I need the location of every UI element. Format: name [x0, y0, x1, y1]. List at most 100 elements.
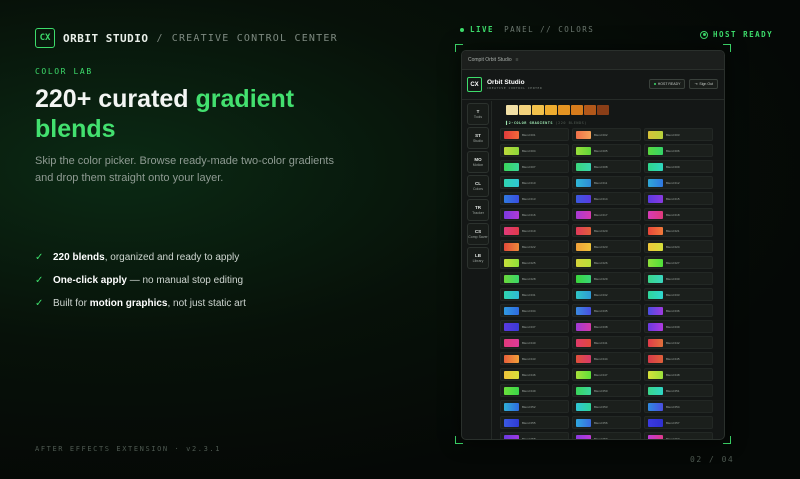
gradient-blend-item[interactable]: Blend 027: [644, 256, 713, 269]
gradient-blend-item[interactable]: Blend 041: [572, 336, 641, 349]
gradient-blend-item[interactable]: Blend 054: [644, 400, 713, 413]
gradient-blend-item[interactable]: Blend 034: [500, 304, 569, 317]
color-swatch[interactable]: [558, 105, 570, 115]
gradient-blend-item[interactable]: Blend 007: [500, 160, 569, 173]
color-swatch[interactable]: [506, 105, 518, 115]
status-ring-icon: [700, 30, 708, 39]
gradient-blend-item[interactable]: Blend 031: [500, 288, 569, 301]
blend-name: Blend 047: [594, 372, 608, 377]
gradient-blend-item[interactable]: Blend 017: [572, 208, 641, 221]
gradient-blend-item[interactable]: Blend 042: [644, 336, 713, 349]
gradient-blend-item[interactable]: Blend 050: [572, 384, 641, 397]
gradient-blend-item[interactable]: Blend 052: [500, 400, 569, 413]
gradient-blend-item[interactable]: Blend 056: [572, 416, 641, 429]
blend-name: Blend 004: [522, 148, 536, 153]
color-swatch[interactable]: [545, 105, 557, 115]
gradient-blend-item[interactable]: Blend 003: [644, 128, 713, 141]
gradient-preview: [504, 226, 519, 235]
gradient-blend-item[interactable]: Blend 060: [644, 432, 713, 439]
gradient-blend-item[interactable]: Blend 029: [572, 272, 641, 285]
gradient-blend-item[interactable]: Blend 044: [572, 352, 641, 365]
gradient-blend-item[interactable]: Blend 024: [644, 240, 713, 253]
color-swatch[interactable]: [571, 105, 583, 115]
gradient-blend-item[interactable]: Blend 016: [500, 208, 569, 221]
gradient-blend-item[interactable]: Blend 032: [572, 288, 641, 301]
nav-colors[interactable]: CL Colors: [467, 175, 489, 197]
nav-label: Motion: [472, 163, 484, 167]
color-swatch[interactable]: [584, 105, 596, 115]
gradient-blend-item[interactable]: Blend 015: [644, 192, 713, 205]
blend-name: Blend 029: [594, 276, 608, 281]
nav-label: Library: [472, 259, 484, 263]
gradient-blend-item[interactable]: Blend 018: [644, 208, 713, 221]
gradient-blend-item[interactable]: Blend 030: [644, 272, 713, 285]
menu-icon[interactable]: ≡: [516, 57, 519, 63]
gradient-blend-item[interactable]: Blend 020: [572, 224, 641, 237]
gradient-blend-item[interactable]: Blend 047: [572, 368, 641, 381]
color-swatch[interactable]: [532, 105, 544, 115]
gradient-blend-item[interactable]: Blend 038: [572, 320, 641, 333]
gradient-blend-item[interactable]: Blend 040: [500, 336, 569, 349]
gradient-blend-item[interactable]: Blend 009: [644, 160, 713, 173]
gradient-blend-item[interactable]: Blend 028: [500, 272, 569, 285]
gradient-blend-item[interactable]: Blend 006: [644, 144, 713, 157]
gradient-blend-item[interactable]: Blend 059: [572, 432, 641, 439]
gradient-blend-item[interactable]: Blend 037: [500, 320, 569, 333]
color-swatch[interactable]: [597, 105, 609, 115]
gradient-blend-item[interactable]: Blend 057: [644, 416, 713, 429]
blend-name: Blend 042: [666, 340, 680, 345]
gradient-blend-item[interactable]: Blend 035: [572, 304, 641, 317]
gradient-blend-item[interactable]: Blend 039: [644, 320, 713, 333]
gradient-blend-item[interactable]: Blend 011: [572, 176, 641, 189]
gradient-blend-item[interactable]: Blend 058: [500, 432, 569, 439]
gradient-blend-item[interactable]: Blend 005: [572, 144, 641, 157]
gradient-blend-item[interactable]: Blend 053: [572, 400, 641, 413]
gradient-blend-item[interactable]: Blend 010: [500, 176, 569, 189]
gradient-blend-item[interactable]: Blend 051: [644, 384, 713, 397]
color-swatch[interactable]: [519, 105, 531, 115]
gradient-blend-item[interactable]: Blend 004: [500, 144, 569, 157]
nav-library[interactable]: LB Library: [467, 247, 489, 269]
host-ready-button[interactable]: HOST READY: [648, 79, 686, 89]
gradient-blend-item[interactable]: Blend 008: [572, 160, 641, 173]
gradient-blend-item[interactable]: Blend 023: [572, 240, 641, 253]
sign-out-button[interactable]: ⇥ Sign Out: [689, 79, 718, 89]
feature-bold: motion graphics: [89, 297, 168, 309]
brand-name: ORBIT STUDIO: [63, 31, 149, 45]
gradient-blend-item[interactable]: Blend 021: [644, 224, 713, 237]
gradient-preview: [648, 338, 663, 347]
gradient-blend-item[interactable]: Blend 033: [644, 288, 713, 301]
blend-name: Blend 052: [522, 404, 536, 409]
gradient-blend-item[interactable]: Blend 001: [500, 128, 569, 141]
blend-name: Blend 012: [666, 180, 680, 185]
gradient-blend-item[interactable]: Blend 025: [500, 256, 569, 269]
gradient-blend-item[interactable]: Blend 045: [644, 352, 713, 365]
nav-studio[interactable]: ST Studio: [467, 127, 489, 149]
gradient-blend-item[interactable]: Blend 049: [500, 384, 569, 397]
gradient-blend-item[interactable]: Blend 043: [500, 352, 569, 365]
gradient-preview: [576, 242, 591, 251]
gradient-preview: [576, 306, 591, 315]
panel-path: PANEL // COLORS: [504, 25, 595, 34]
brand-subtitle: CREATIVE CONTROL CENTER: [171, 32, 338, 44]
gradient-blend-item[interactable]: Blend 026: [572, 256, 641, 269]
gradient-blend-item[interactable]: Blend 002: [572, 128, 641, 141]
feature-text: — no manual stop editing: [126, 274, 244, 286]
gradient-blend-item[interactable]: Blend 022: [500, 240, 569, 253]
blend-name: Blend 049: [522, 388, 536, 393]
nav-tools[interactable]: T Tools: [467, 103, 489, 125]
gradient-blend-item[interactable]: Blend 055: [500, 416, 569, 429]
gradient-preview: [648, 146, 663, 155]
gradient-blend-item[interactable]: Blend 014: [572, 192, 641, 205]
section-count: (220 BLENDS): [555, 121, 587, 125]
gradient-blend-item[interactable]: Blend 048: [644, 368, 713, 381]
gradient-blend-item[interactable]: Blend 046: [500, 368, 569, 381]
nav-comp-saver[interactable]: CS Comp Saver: [467, 223, 489, 245]
gradient-blend-item[interactable]: Blend 012: [644, 176, 713, 189]
gradient-preview: [504, 178, 519, 187]
gradient-blend-item[interactable]: Blend 013: [500, 192, 569, 205]
gradient-blend-item[interactable]: Blend 019: [500, 224, 569, 237]
gradient-blend-item[interactable]: Blend 036: [644, 304, 713, 317]
nav-motion[interactable]: MO Motion: [467, 151, 489, 173]
nav-tracker[interactable]: TR Tracker: [467, 199, 489, 221]
